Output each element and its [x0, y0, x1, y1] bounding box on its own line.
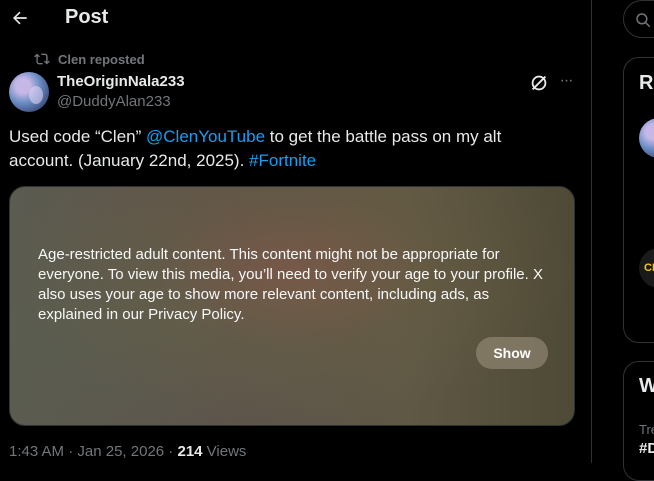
author-name[interactable]: TheOriginNala233: [57, 73, 185, 90]
trend-category: Tre: [639, 422, 654, 437]
tweet-text-before: Used code “Clen”: [9, 127, 147, 146]
tweet-text: Used code “Clen” @ClenYouTube to get the…: [9, 125, 569, 173]
grok-icon[interactable]: [528, 72, 550, 94]
avatar[interactable]: [9, 72, 49, 112]
trend-tag[interactable]: #D: [639, 440, 654, 457]
meta-separator: ·: [164, 443, 178, 460]
post-time[interactable]: 1:43 AM: [9, 443, 64, 460]
views-label: Views: [202, 443, 247, 460]
author-handle[interactable]: @DuddyAlan233: [57, 93, 171, 110]
show-media-button[interactable]: Show: [476, 337, 548, 369]
mention-link[interactable]: @ClenYouTube: [146, 127, 265, 146]
age-restriction-warning: Age-restricted adult content. This conte…: [38, 246, 543, 323]
relevant-people-panel: R CL: [623, 57, 654, 343]
repost-indicator[interactable]: Clen reposted: [34, 51, 145, 67]
sensitive-media: Age-restricted adult content. This conte…: [9, 186, 575, 426]
trends-panel: W Tre #D: [623, 361, 654, 481]
back-button[interactable]: [6, 4, 34, 32]
page-title: Post: [65, 6, 109, 28]
post-metadata: 1:43 AM · Jan 25, 2026 · 214 Views: [9, 443, 246, 460]
repost-label: Clen reposted: [58, 51, 145, 67]
panel-heading: W: [639, 375, 654, 397]
search-input[interactable]: [623, 0, 654, 38]
search-icon: [636, 13, 651, 28]
views-count: 214: [177, 443, 203, 460]
column-divider: [591, 0, 592, 463]
avatar[interactable]: CL: [639, 248, 654, 288]
repost-icon: [34, 53, 50, 65]
hashtag-link[interactable]: #Fortnite: [249, 151, 316, 170]
post-column: Post Clen reposted TheOriginNala233 @Dud…: [0, 0, 592, 463]
post-date[interactable]: Jan 25, 2026: [77, 443, 164, 460]
more-icon[interactable]: ···: [555, 70, 577, 92]
avatar[interactable]: [639, 118, 654, 158]
back-arrow-icon: [13, 11, 27, 25]
panel-heading: R: [639, 72, 654, 94]
meta-separator: ·: [64, 443, 78, 460]
